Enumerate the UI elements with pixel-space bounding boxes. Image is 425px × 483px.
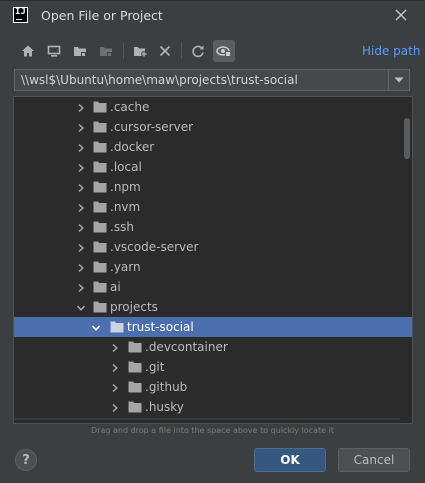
scrollbar-thumb[interactable] xyxy=(404,118,410,159)
project-folder-icon[interactable] xyxy=(69,40,91,62)
tree-row[interactable]: .devcontainer xyxy=(14,337,412,357)
chevron-right-icon[interactable] xyxy=(110,402,120,413)
tree-row[interactable]: .cursor-server xyxy=(14,117,412,137)
chevron-right-icon[interactable] xyxy=(76,202,86,213)
folder-icon xyxy=(93,201,107,213)
tree-row[interactable]: .ssh xyxy=(14,217,412,237)
path-value[interactable]: \\wsl$\Ubuntu\home\maw\projects\trust-so… xyxy=(21,73,298,87)
folder-icon xyxy=(93,161,107,173)
tree-item-label: .cursor-server xyxy=(110,120,194,134)
tree-item-label: .ssh xyxy=(110,220,134,234)
window-title: Open File or Project xyxy=(41,8,163,23)
tree-item-label: .yarn xyxy=(110,260,141,274)
chevron-right-icon[interactable] xyxy=(76,222,86,233)
tree-row[interactable]: ai xyxy=(14,277,412,297)
tree-item-label: projects xyxy=(110,300,158,314)
module-folder-icon[interactable] xyxy=(95,40,117,62)
vertical-scrollbar[interactable] xyxy=(401,97,412,423)
tree-row[interactable]: .github xyxy=(14,377,412,397)
folder-icon xyxy=(128,401,142,413)
drag-drop-hint: Drag and drop a file into the space abov… xyxy=(91,426,334,435)
chevron-right-icon[interactable] xyxy=(76,262,86,273)
tree-row[interactable]: .cache xyxy=(14,97,412,117)
chevron-down-icon[interactable] xyxy=(91,322,101,332)
chevron-right-icon[interactable] xyxy=(76,282,86,293)
tree-item-label: .husky xyxy=(145,400,184,414)
chevron-down-icon[interactable] xyxy=(76,302,86,312)
folder-icon xyxy=(128,381,142,393)
folder-icon xyxy=(128,341,142,353)
folder-icon xyxy=(93,181,107,193)
tree-item-label: .devcontainer xyxy=(145,340,228,354)
folder-icon xyxy=(110,321,124,333)
intellij-app-icon: IJ xyxy=(13,7,28,23)
tree-row[interactable]: .vscode-server xyxy=(14,237,412,257)
toolbar-separator xyxy=(181,43,182,59)
chevron-right-icon[interactable] xyxy=(110,342,120,353)
close-icon[interactable] xyxy=(392,6,410,24)
folder-icon xyxy=(93,241,107,253)
show-hidden-icon[interactable] xyxy=(213,40,235,62)
refresh-icon[interactable] xyxy=(187,40,209,62)
folder-icon xyxy=(93,301,107,313)
tree-item-label: ai xyxy=(110,280,121,294)
tree-item-label: .local xyxy=(110,160,142,174)
tree-item-label: .nvm xyxy=(110,200,141,214)
chevron-down-icon[interactable] xyxy=(388,70,409,90)
chevron-right-icon[interactable] xyxy=(110,362,120,373)
tree-row[interactable]: projects xyxy=(14,297,412,317)
chevron-right-icon[interactable] xyxy=(76,102,86,113)
toolbar-separator xyxy=(123,43,124,59)
tree-item-label: .vscode-server xyxy=(110,240,199,254)
folder-icon xyxy=(128,361,142,373)
ok-button[interactable]: OK xyxy=(254,448,326,472)
chevron-right-icon[interactable] xyxy=(76,122,86,133)
path-field[interactable]: \\wsl$\Ubuntu\home\maw\projects\trust-so… xyxy=(14,69,410,91)
cancel-button[interactable]: Cancel xyxy=(338,448,410,472)
folder-icon xyxy=(93,141,107,153)
folder-icon xyxy=(93,281,107,293)
chevron-right-icon[interactable] xyxy=(110,382,120,393)
chevron-right-icon[interactable] xyxy=(76,182,86,193)
folder-icon xyxy=(93,221,107,233)
delete-icon[interactable] xyxy=(154,40,176,62)
folder-icon xyxy=(93,101,107,113)
chevron-right-icon[interactable] xyxy=(76,142,86,153)
tree-row[interactable]: trust-social xyxy=(14,317,412,337)
tree-item-label: .github xyxy=(145,380,188,394)
chevron-right-icon[interactable] xyxy=(76,242,86,253)
desktop-icon[interactable] xyxy=(43,40,65,62)
new-folder-icon[interactable] xyxy=(129,40,151,62)
tree-row[interactable]: .npm xyxy=(14,177,412,197)
file-tree[interactable]: .husky .github .git .devcontainer trust-soci… xyxy=(13,96,413,424)
tree-row[interactable]: .nvm xyxy=(14,197,412,217)
title-bar: IJ Open File or Project xyxy=(0,1,425,30)
tree-row[interactable]: .local xyxy=(14,157,412,177)
tree-row[interactable]: .docker xyxy=(14,137,412,157)
tree-row[interactable]: .git xyxy=(14,357,412,377)
tree-item-label: .docker xyxy=(110,140,155,154)
horizontal-scrollbar[interactable] xyxy=(14,418,400,420)
file-chooser-toolbar: Hide path xyxy=(0,38,425,64)
tree-row[interactable]: .yarn xyxy=(14,257,412,277)
hide-path-link[interactable]: Hide path xyxy=(362,44,420,58)
tree-row[interactable]: .husky xyxy=(14,397,412,417)
tree-item-label: .npm xyxy=(110,180,141,194)
tree-item-label: .git xyxy=(145,360,165,374)
chevron-right-icon[interactable] xyxy=(76,162,86,173)
folder-icon xyxy=(93,121,107,133)
home-icon[interactable] xyxy=(17,40,39,62)
tree-item-label: .cache xyxy=(110,100,150,114)
tree-item-label: trust-social xyxy=(127,320,194,334)
folder-icon xyxy=(93,261,107,273)
help-button[interactable]: ? xyxy=(15,449,37,471)
